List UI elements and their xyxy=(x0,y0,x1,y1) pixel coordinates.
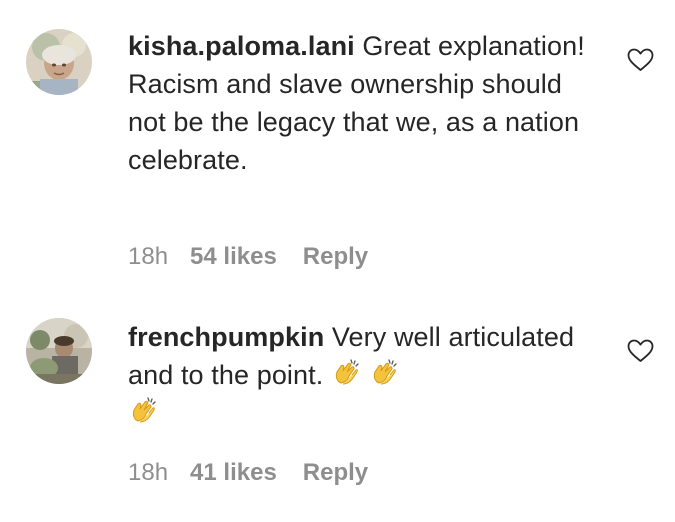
comment-time: 18h xyxy=(128,459,169,486)
reply-button[interactable]: Reply xyxy=(303,243,368,271)
avatar[interactable] xyxy=(26,318,92,384)
clapping-hands-icon xyxy=(369,358,399,388)
comment-text: kisha.paloma.lani Great explanation! Rac… xyxy=(128,27,598,179)
clapping-hands-icon xyxy=(331,358,361,388)
comment-meta: 18h 41 likes Reply xyxy=(128,459,368,487)
reply-button[interactable]: Reply xyxy=(303,459,368,487)
avatar[interactable] xyxy=(26,29,92,95)
clapping-hands-icon xyxy=(128,396,158,426)
avatar-image xyxy=(26,29,92,95)
heart-icon[interactable] xyxy=(627,48,654,72)
comment-meta: 18h 54 likes Reply xyxy=(128,243,368,271)
comment-time: 18h xyxy=(128,243,169,270)
comment-username[interactable]: kisha.paloma.lani xyxy=(128,31,355,61)
comment-text: frenchpumpkin Very well articulated and … xyxy=(128,318,598,432)
avatar-image xyxy=(26,318,92,384)
comment-username[interactable]: frenchpumpkin xyxy=(128,322,324,352)
likes-count[interactable]: 41 likes xyxy=(190,459,277,487)
likes-count[interactable]: 54 likes xyxy=(190,243,277,271)
heart-icon[interactable] xyxy=(627,339,654,363)
